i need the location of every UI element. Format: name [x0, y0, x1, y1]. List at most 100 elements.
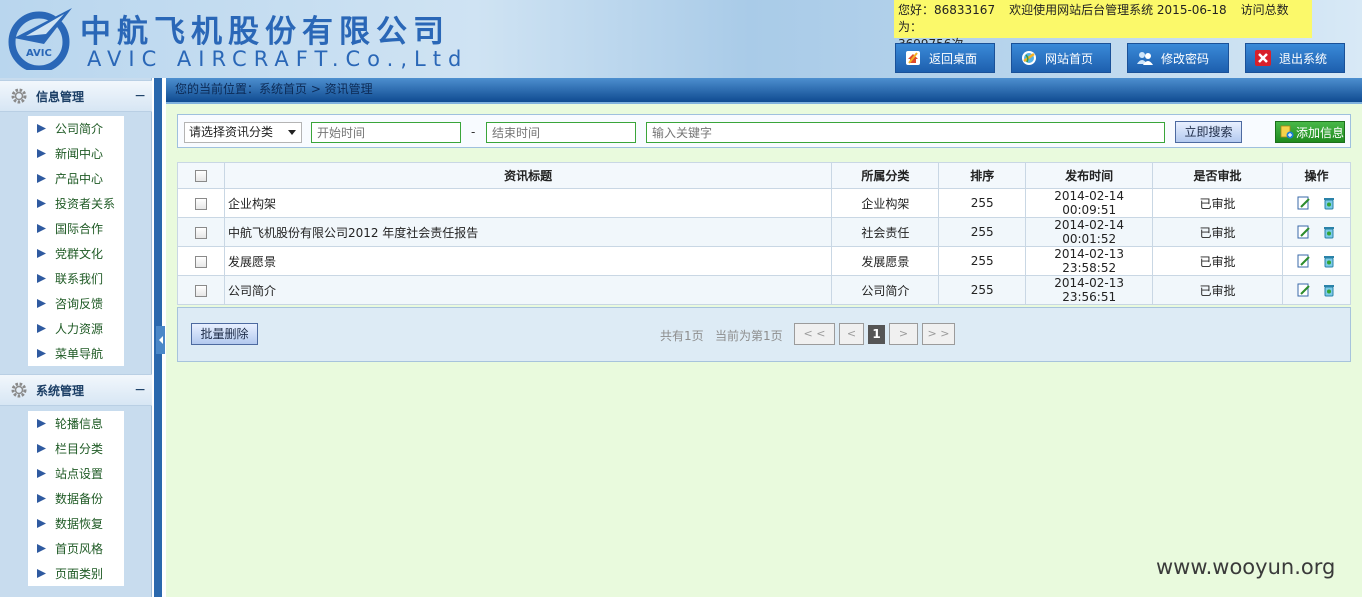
collapse-icon[interactable]: − — [134, 88, 146, 104]
delete-icon[interactable] — [1322, 225, 1336, 239]
end-time-input[interactable] — [486, 122, 636, 143]
sidebar-item-homepage-style[interactable]: 首页风格 — [28, 536, 124, 561]
select-all-checkbox[interactable] — [194, 170, 207, 182]
nav-website-button[interactable]: 网站首页 — [1011, 43, 1111, 73]
row-order: 255 — [938, 246, 1027, 276]
row-category: 社会责任 — [831, 217, 940, 247]
edit-icon[interactable] — [1297, 283, 1311, 297]
row-approved: 已审批 — [1152, 275, 1283, 305]
keyword-input[interactable] — [646, 122, 1165, 143]
row-publish-time: 2014-02-14 00:09:51 — [1025, 188, 1154, 218]
bullet-icon — [37, 324, 46, 333]
first-page-button[interactable]: < < — [794, 323, 835, 345]
row-title: 发展愿景 — [223, 246, 833, 276]
sidebar-item-label: 投资者关系 — [55, 197, 116, 211]
row-actions — [1281, 188, 1352, 218]
next-page-button[interactable]: > — [889, 323, 918, 345]
category-select[interactable]: 请选择资讯分类 — [184, 122, 302, 143]
sidebar: 信息管理 − 公司简介 新闻中心 产品中心 投资者关系 国际合作 党群文化 联系… — [0, 78, 152, 597]
sidebar-item-label: 公司简介 — [55, 122, 104, 136]
sidebar-item-carousel[interactable]: 轮播信息 — [28, 411, 124, 436]
row-checkbox[interactable] — [194, 197, 207, 210]
nav-logout-button[interactable]: 退出系统 — [1245, 43, 1345, 73]
current-page-button[interactable]: 1 — [868, 325, 885, 344]
sidebar-item-investor-relations[interactable]: 投资者关系 — [28, 191, 124, 216]
sidebar-item-international-cooperation[interactable]: 国际合作 — [28, 216, 124, 241]
edit-icon[interactable] — [1297, 225, 1311, 239]
sidebar-item-site-settings[interactable]: 站点设置 — [28, 461, 124, 486]
nav-home-button[interactable]: 返回桌面 — [895, 43, 995, 73]
add-document-icon — [1280, 125, 1294, 139]
row-actions — [1281, 246, 1352, 276]
nav-home-label: 返回桌面 — [929, 51, 978, 66]
row-checkbox[interactable] — [194, 255, 207, 268]
sidebar-group-info-management[interactable]: 信息管理 − — [0, 80, 152, 112]
row-checkbox[interactable] — [194, 284, 207, 297]
globe-icon — [1022, 51, 1036, 65]
sidebar-item-data-restore[interactable]: 数据恢复 — [28, 511, 124, 536]
sidebar-group-system-management[interactable]: 系统管理 − — [0, 374, 152, 406]
bullet-icon — [37, 519, 46, 528]
sidebar-item-party-culture[interactable]: 党群文化 — [28, 241, 124, 266]
row-checkbox[interactable] — [194, 226, 207, 239]
sidebar-item-label: 咨询反馈 — [55, 297, 104, 311]
sidebar-item-data-backup[interactable]: 数据备份 — [28, 486, 124, 511]
search-button[interactable]: 立即搜索 — [1175, 121, 1242, 143]
prev-page-button[interactable]: < — [839, 323, 864, 345]
sidebar-item-label: 产品中心 — [55, 172, 104, 186]
row-actions — [1281, 275, 1352, 305]
table-row: 企业构架 企业构架 255 2014-02-14 00:09:51 已审批 — [177, 188, 1352, 218]
current-page-text: 当前为第1页 — [715, 329, 783, 343]
sidebar-item-contact-us[interactable]: 联系我们 — [28, 266, 124, 291]
sidebar-item-product-center[interactable]: 产品中心 — [28, 166, 124, 191]
last-page-button[interactable]: > > — [922, 323, 955, 345]
row-order: 255 — [938, 217, 1027, 247]
sidebar-item-human-resources[interactable]: 人力资源 — [28, 316, 124, 341]
sidebar-item-page-category[interactable]: 页面类别 — [28, 561, 124, 586]
bullet-icon — [37, 349, 46, 358]
row-approved: 已审批 — [1152, 188, 1283, 218]
bullet-icon — [37, 124, 46, 133]
nav-logout-label: 退出系统 — [1279, 51, 1328, 66]
nav-change-password-button[interactable]: 修改密码 — [1127, 43, 1229, 73]
gear-icon — [11, 88, 27, 104]
delete-icon[interactable] — [1322, 254, 1336, 268]
bullet-icon — [37, 544, 46, 553]
edit-icon[interactable] — [1297, 196, 1311, 210]
bullet-icon — [37, 494, 46, 503]
sidebar-item-news-center[interactable]: 新闻中心 — [28, 141, 124, 166]
start-time-input[interactable] — [311, 122, 461, 143]
bullet-icon — [37, 149, 46, 158]
sidebar-item-label: 栏目分类 — [55, 442, 104, 456]
sidebar-item-company-intro[interactable]: 公司简介 — [28, 116, 124, 141]
batch-delete-button[interactable]: 批量删除 — [191, 323, 258, 345]
sidebar-item-label: 数据恢复 — [55, 517, 104, 531]
sidebar-item-label: 页面类别 — [55, 567, 104, 581]
row-publish-time: 2014-02-14 00:01:52 — [1025, 217, 1154, 247]
row-approved: 已审批 — [1152, 217, 1283, 247]
sidebar-item-column-category[interactable]: 栏目分类 — [28, 436, 124, 461]
sidebar-item-feedback[interactable]: 咨询反馈 — [28, 291, 124, 316]
gear-icon — [11, 382, 27, 398]
chevron-left-icon — [158, 336, 163, 344]
row-actions — [1281, 217, 1352, 247]
row-category: 企业构架 — [831, 188, 940, 218]
sidebar-item-label: 轮播信息 — [55, 417, 104, 431]
edit-icon[interactable] — [1297, 254, 1311, 268]
delete-icon[interactable] — [1322, 283, 1336, 297]
sidebar-item-label: 新闻中心 — [55, 147, 104, 161]
sidebar-item-label: 首页风格 — [55, 542, 104, 556]
row-title: 公司简介 — [223, 275, 833, 305]
sidebar-list-system: 轮播信息 栏目分类 站点设置 数据备份 数据恢复 首页风格 页面类别 — [28, 411, 124, 586]
sidebar-group-title: 信息管理 — [36, 89, 85, 104]
user-greeting: 您好：86833167 — [898, 3, 996, 17]
table-row: 公司简介 公司简介 255 2014-02-13 23:56:51 已审批 — [177, 275, 1352, 305]
delete-icon[interactable] — [1322, 196, 1336, 210]
bullet-icon — [37, 444, 46, 453]
sidebar-item-menu-navigation[interactable]: 菜单导航 — [28, 341, 124, 366]
add-info-button[interactable]: 添加信息 — [1275, 121, 1345, 143]
collapse-icon[interactable]: − — [134, 382, 146, 398]
sidebar-toggle-button[interactable] — [156, 326, 165, 354]
avic-logo: AVIC — [8, 8, 72, 70]
category-select-value: 请选择资讯分类 — [189, 125, 274, 139]
